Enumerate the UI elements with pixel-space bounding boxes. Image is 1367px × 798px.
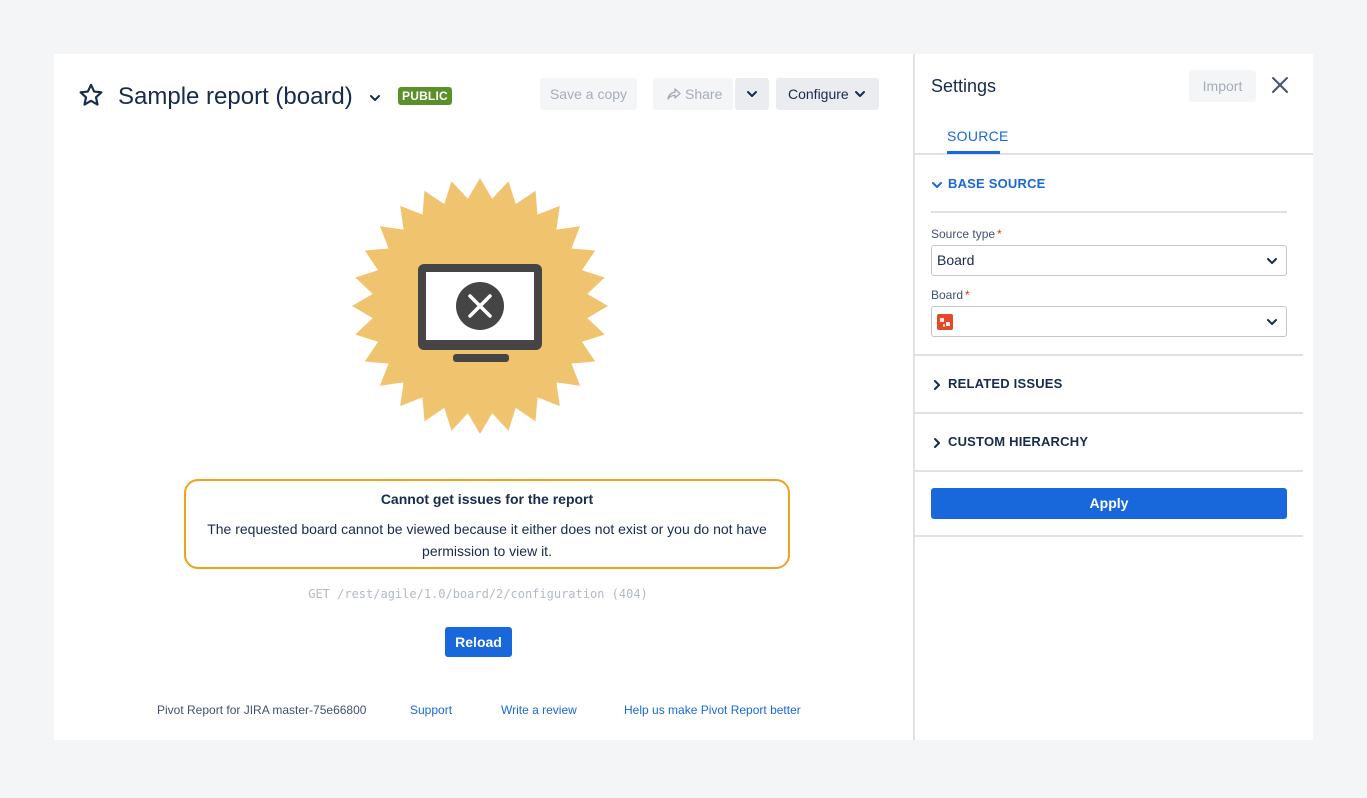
configure-button[interactable]: Configure	[776, 78, 879, 110]
board-avatar-icon	[937, 314, 953, 330]
close-icon[interactable]	[1271, 76, 1289, 94]
board-label: Board *	[931, 288, 970, 302]
source-type-select[interactable]: Board	[931, 245, 1287, 276]
custom-hierarchy-label: CUSTOM HIERARCHY	[948, 434, 1089, 449]
tab-active-indicator	[947, 151, 1000, 154]
base-source-label: BASE SOURCE	[948, 176, 1046, 191]
section-divider	[915, 535, 1303, 537]
chevron-down-icon	[855, 91, 865, 97]
base-source-toggle[interactable]: BASE SOURCE	[931, 176, 1131, 194]
chevron-right-icon	[934, 438, 940, 448]
write-review-link[interactable]: Write a review	[501, 703, 577, 717]
settings-panel: Settings Import SOURCE BASE SOURCE Sourc…	[915, 54, 1313, 740]
board-select[interactable]	[931, 306, 1287, 337]
share-options-button[interactable]	[735, 78, 769, 110]
support-link[interactable]: Support	[410, 703, 452, 717]
report-title[interactable]: Sample report (board)	[118, 80, 353, 114]
share-label: Share	[685, 86, 723, 102]
reload-button[interactable]: Reload	[445, 627, 512, 657]
chevron-down-icon[interactable]	[368, 91, 382, 105]
chevron-down-icon	[1267, 258, 1277, 264]
error-message-box: Cannot get issues for the report The req…	[184, 479, 790, 569]
star-outline-icon[interactable]	[78, 82, 104, 108]
required-marker: *	[965, 288, 970, 302]
footer-version: Pivot Report for JIRA master-75e66800	[157, 703, 367, 717]
report-header: Sample report (board) PUBLIC Save a copy…	[78, 78, 890, 114]
required-marker: *	[997, 227, 1002, 241]
feedback-link[interactable]: Help us make Pivot Report better	[624, 703, 801, 717]
request-info: GET /rest/agile/1.0/board/2/configuratio…	[308, 587, 648, 601]
error-message: The requested board cannot be viewed bec…	[207, 521, 767, 559]
share-icon	[667, 88, 681, 100]
report-main-panel: Sample report (board) PUBLIC Save a copy…	[54, 54, 913, 740]
chevron-down-icon	[747, 91, 757, 97]
custom-hierarchy-toggle[interactable]: CUSTOM HIERARCHY	[931, 434, 1131, 452]
source-type-label: Source type *	[931, 227, 1002, 241]
monitor-error-icon	[352, 178, 608, 434]
section-divider	[915, 470, 1303, 472]
import-button[interactable]: Import	[1189, 70, 1256, 102]
report-page: Sample report (board) PUBLIC Save a copy…	[54, 54, 1313, 740]
configure-label: Configure	[788, 86, 849, 102]
apply-button[interactable]: Apply	[931, 488, 1287, 519]
chevron-down-icon	[932, 182, 942, 188]
section-divider	[915, 412, 1303, 414]
section-divider	[931, 211, 1287, 213]
related-issues-toggle[interactable]: RELATED ISSUES	[931, 376, 1131, 394]
board-label-text: Board	[931, 288, 964, 302]
public-badge: PUBLIC	[398, 87, 452, 105]
save-copy-button[interactable]: Save a copy	[540, 78, 637, 110]
section-divider	[915, 354, 1303, 356]
chevron-right-icon	[934, 380, 940, 390]
related-issues-label: RELATED ISSUES	[948, 376, 1063, 391]
chevron-down-icon	[1267, 319, 1277, 325]
tab-source[interactable]: SOURCE	[947, 128, 1009, 144]
source-type-label-text: Source type	[931, 227, 996, 241]
error-title: Cannot get issues for the report	[380, 491, 594, 507]
source-type-value: Board	[937, 252, 975, 268]
settings-title: Settings	[931, 76, 997, 96]
share-button[interactable]: Share	[653, 78, 733, 110]
